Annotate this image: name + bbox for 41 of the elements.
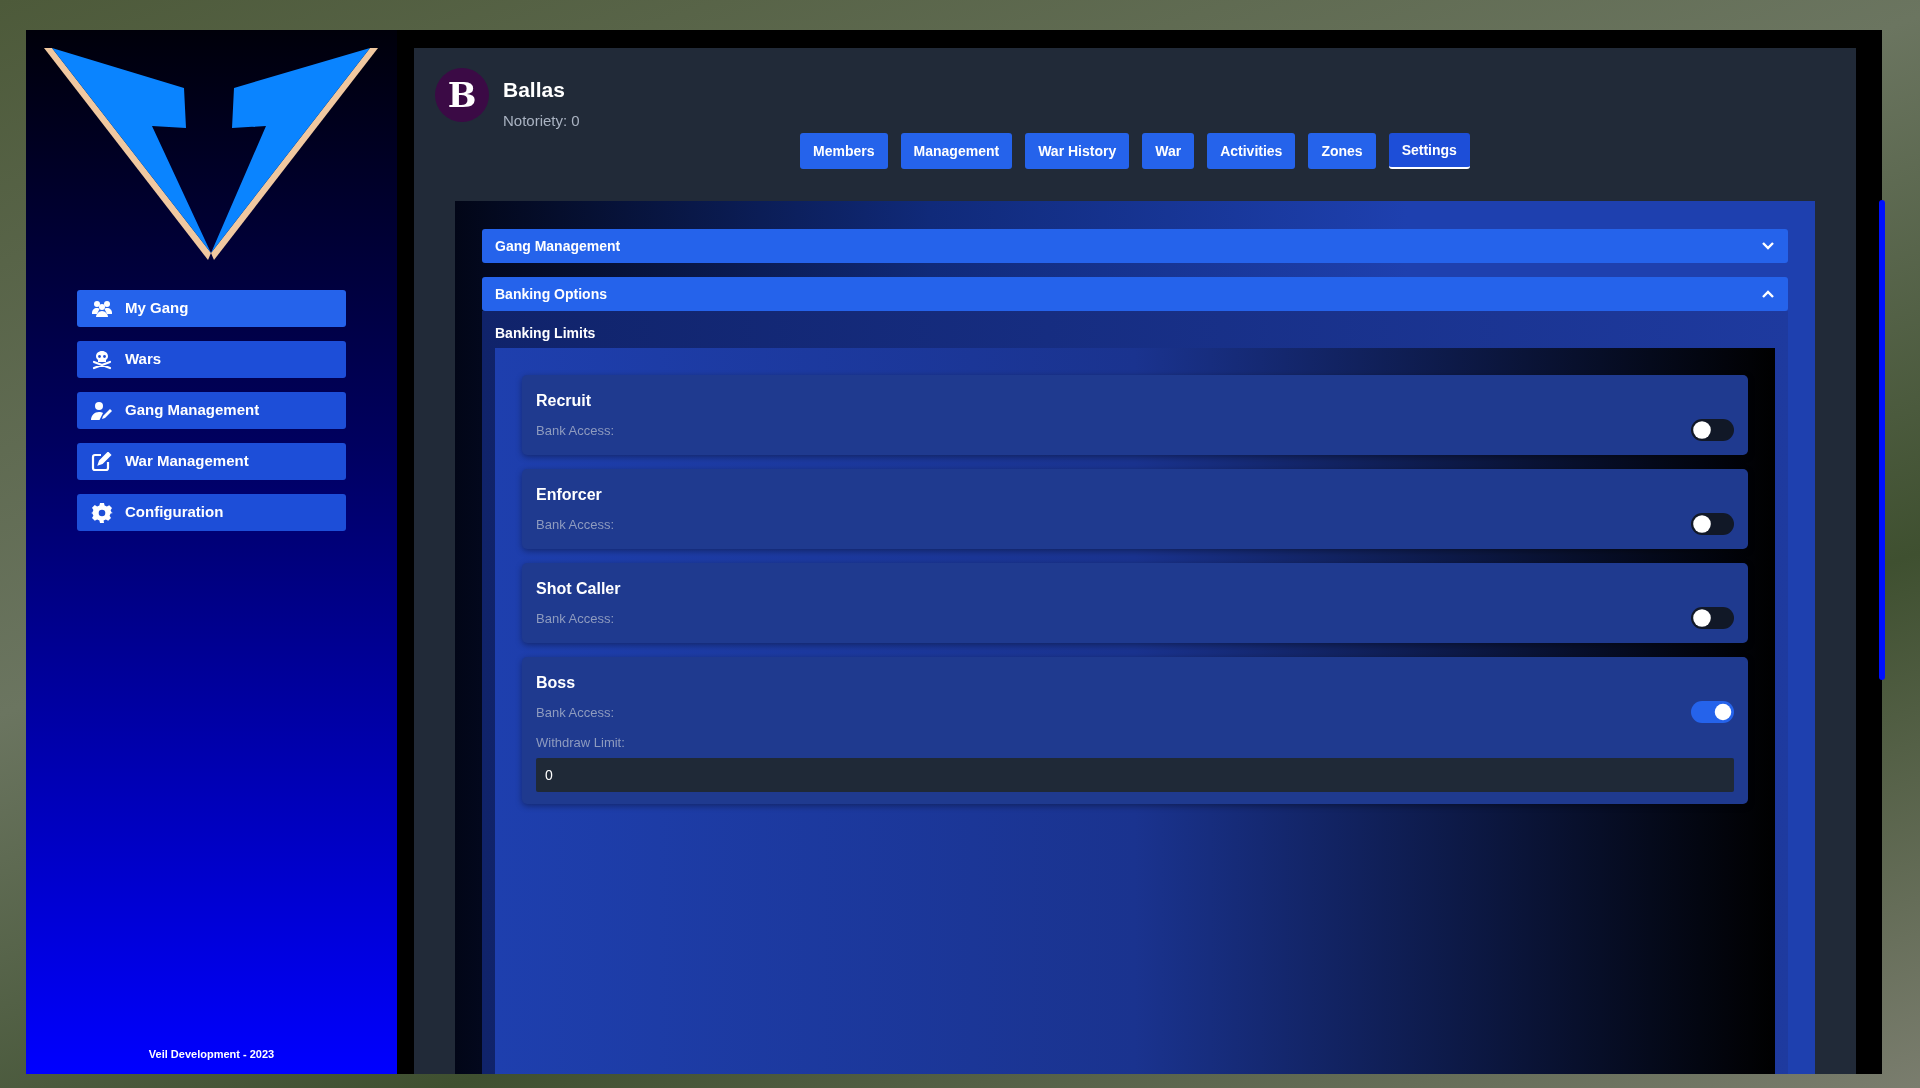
users-icon [91, 298, 113, 319]
tab[interactable]: Activities [1207, 133, 1296, 169]
user-pen-icon [91, 400, 113, 421]
tab[interactable]: War [1142, 133, 1195, 169]
toggle-switch[interactable] [1691, 419, 1734, 441]
withdraw-limit-label: Withdraw Limit: [536, 734, 626, 752]
role-name: Shot Caller [536, 579, 622, 599]
pen-square-icon [91, 451, 113, 472]
accordion-header[interactable]: Banking Options [482, 277, 1788, 311]
role-name: Recruit [536, 391, 593, 411]
toggle-switch[interactable] [1691, 513, 1734, 535]
skull-crossbones-icon [91, 349, 113, 370]
toggle-switch[interactable] [1691, 701, 1734, 723]
sidebar-item[interactable]: Gang Management [77, 392, 346, 429]
bank-access-label: Bank Access: [536, 516, 615, 535]
tab[interactable]: Members [800, 133, 888, 169]
bank-access-label: Bank Access: [536, 422, 615, 441]
tab[interactable]: Settings [1388, 133, 1470, 169]
gang-avatar: B [435, 68, 489, 122]
accordion-title: Gang Management [495, 236, 621, 256]
role-name: Boss [536, 673, 577, 693]
role-name: Enforcer [536, 485, 603, 505]
tab[interactable]: War History [1025, 133, 1130, 169]
sidebar-item[interactable]: My Gang [77, 290, 346, 327]
gang-name: Ballas [503, 77, 566, 103]
accordion-title: Banking Options [495, 284, 607, 304]
gear-icon [91, 502, 113, 523]
withdraw-limit-field[interactable]: 0 [536, 757, 1734, 792]
notoriety-text: Notoriety: 0 [503, 110, 580, 131]
bank-access-label: Bank Access: [536, 610, 615, 629]
toggle-switch[interactable] [1691, 607, 1734, 629]
scrollbar-thumb[interactable] [1879, 200, 1885, 680]
tab[interactable]: Management [900, 133, 1013, 169]
accordion-header[interactable]: Gang Management [482, 229, 1788, 263]
bank-access-label: Bank Access: [536, 704, 615, 723]
section-subtitle: Banking Limits [495, 324, 597, 343]
footer-text: Veil Development - 2023 [147, 1046, 276, 1062]
tab[interactable]: Zones [1308, 133, 1376, 169]
sidebar-item[interactable]: Wars [77, 341, 346, 378]
sidebar-item[interactable]: Configuration [77, 494, 346, 531]
sidebar-item[interactable]: War Management [77, 443, 346, 480]
